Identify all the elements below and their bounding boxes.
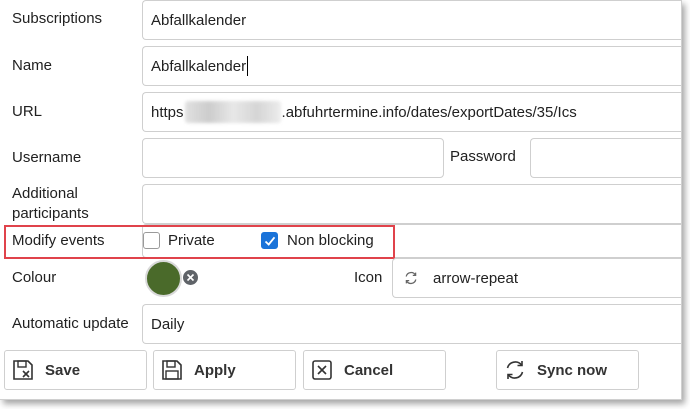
apply-label: Apply <box>194 361 236 379</box>
save-button[interactable]: Save <box>4 350 147 390</box>
colour-label: Colour <box>12 269 57 286</box>
password-input[interactable] <box>530 138 681 178</box>
username-label: Username <box>12 149 82 166</box>
sync-now-label: Sync now <box>537 361 608 379</box>
url-label: URL <box>12 103 43 120</box>
participants-label-line1: Additional <box>12 185 78 202</box>
name-input[interactable]: Abfallkalender <box>142 46 681 86</box>
participants-input[interactable] <box>142 184 681 224</box>
icon-value: arrow-repeat <box>433 269 519 287</box>
floppy-icon <box>160 358 184 382</box>
private-checkbox[interactable] <box>143 232 160 249</box>
url-suffix: .abfuhrtermine.info/dates/exportDates/35… <box>281 103 577 121</box>
participants-label-line2: participants <box>12 205 89 222</box>
save-icon <box>11 358 35 382</box>
password-label: Password <box>450 148 516 165</box>
apply-button[interactable]: Apply <box>153 350 296 390</box>
subscriptions-value: Abfallkalender <box>151 11 247 29</box>
redacted-blur <box>184 101 281 123</box>
private-label[interactable]: Private <box>168 231 215 251</box>
url-input[interactable]: https .abfuhrtermine.info/dates/exportDa… <box>142 92 681 132</box>
close-icon <box>310 358 334 382</box>
colour-swatch[interactable] <box>145 260 182 297</box>
text-caret <box>247 56 249 76</box>
icon-select[interactable]: arrow-repeat <box>392 258 681 298</box>
subscriptions-field[interactable]: Abfallkalender <box>142 0 681 40</box>
arrow-repeat-icon <box>405 271 417 285</box>
non-blocking-checkbox[interactable] <box>261 232 278 249</box>
sync-now-button[interactable]: Sync now <box>496 350 639 390</box>
modify-events-label: Modify events <box>12 232 105 249</box>
checkmark-icon <box>264 236 276 246</box>
participants-label: Additional participants <box>12 184 89 224</box>
non-blocking-label[interactable]: Non blocking <box>287 231 374 251</box>
username-input[interactable] <box>142 138 444 178</box>
save-label: Save <box>45 361 81 379</box>
url-prefix: https <box>151 103 184 121</box>
cancel-button[interactable]: Cancel <box>303 350 446 390</box>
name-value: Abfallkalender <box>151 57 247 75</box>
clear-colour-icon[interactable] <box>183 270 198 285</box>
automatic-update-label: Automatic update <box>12 315 129 332</box>
automatic-update-value: Daily <box>151 315 185 333</box>
cancel-label: Cancel <box>344 361 394 379</box>
icon-label: Icon <box>354 269 383 286</box>
sync-icon <box>503 358 527 382</box>
subscriptions-label: Subscriptions <box>12 10 103 27</box>
subscription-dialog: Subscriptions Abfallkalender Name Abfall… <box>0 0 682 400</box>
automatic-update-select[interactable]: Daily <box>142 304 681 344</box>
name-label: Name <box>12 57 53 74</box>
